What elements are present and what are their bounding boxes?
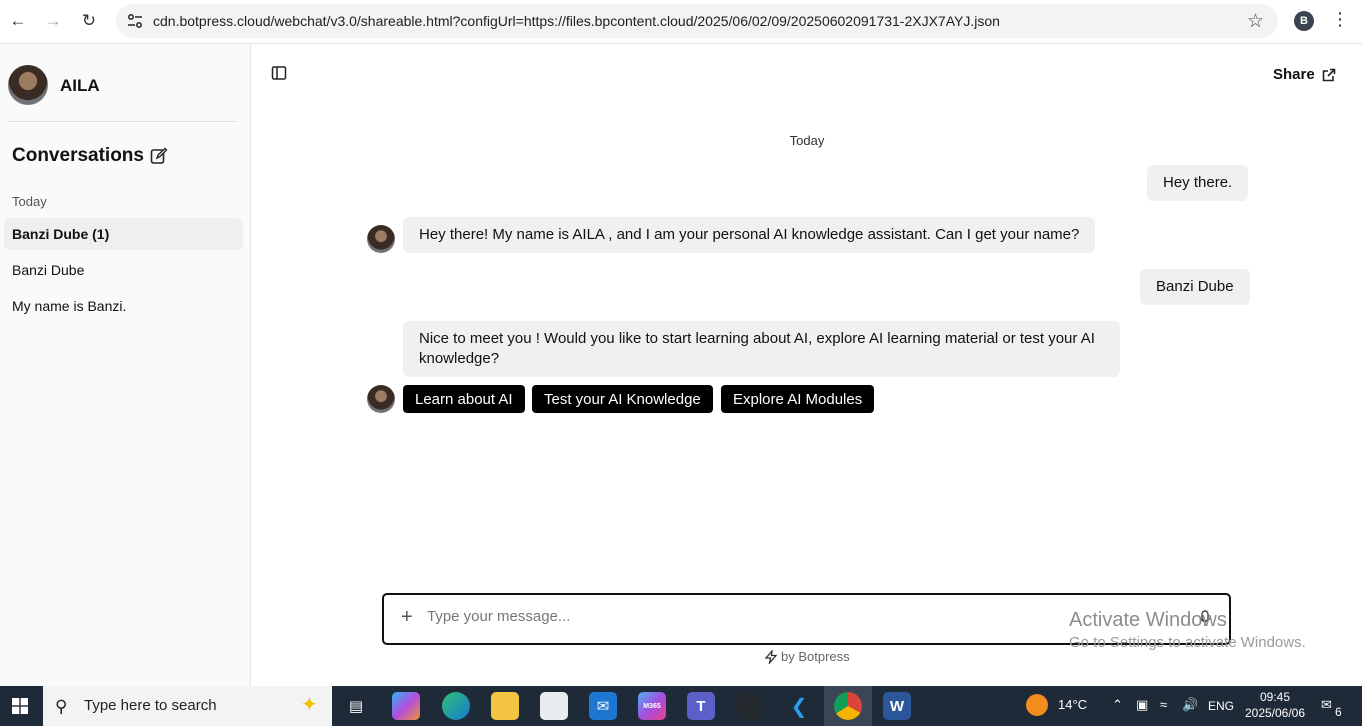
system-clock[interactable]: 09:45 2025/06/06 <box>1243 689 1307 721</box>
site-settings-icon[interactable] <box>126 12 144 30</box>
lightning-icon <box>764 649 778 664</box>
forward-icon[interactable]: → <box>40 8 66 34</box>
bot-message-avatar <box>367 385 395 413</box>
conversation-item[interactable]: Banzi Dube (1) <box>4 218 243 250</box>
task-view-icon[interactable]: ▤ <box>342 692 370 720</box>
search-icon: ⚲ <box>55 697 68 716</box>
menu-kebab-icon[interactable]: ⋮ <box>1331 9 1349 30</box>
conversation-item[interactable]: Banzi Dube <box>4 254 243 286</box>
weather-icon[interactable] <box>1026 694 1048 716</box>
conversations-heading: Conversations <box>12 145 144 166</box>
file-explorer-icon[interactable] <box>491 692 519 720</box>
meet-now-icon[interactable]: ▣ <box>1136 697 1148 713</box>
taskbar-search[interactable]: ⚲ Type here to search ✦ <box>43 686 332 726</box>
bookmark-star-icon[interactable]: ☆ <box>1247 10 1264 33</box>
mail-icon[interactable]: ✉ <box>589 692 617 720</box>
share-label: Share <box>1273 66 1315 83</box>
bot-name: AILA <box>60 76 100 95</box>
copilot-icon[interactable] <box>392 692 420 720</box>
bot-message: Hey there! My name is AILA , and I am yo… <box>403 217 1096 253</box>
sidebar-divider <box>8 121 238 122</box>
vscode-icon[interactable]: ❮ <box>785 692 813 720</box>
teams-icon[interactable]: T <box>687 692 715 720</box>
clock-time: 09:45 <box>1259 690 1291 704</box>
sidebar: AILA Conversations Today Banzi Dube (1) … <box>0 45 251 686</box>
bot-message-avatar <box>367 225 395 253</box>
m365-icon[interactable]: M365 <box>638 692 666 720</box>
browser-toolbar: ← → ↻ cdn.botpress.cloud/webchat/v3.0/sh… <box>0 0 1362 44</box>
new-conversation-icon[interactable] <box>150 147 168 165</box>
clock-date: 2025/06/06 <box>1244 706 1306 720</box>
profile-avatar[interactable]: B <box>1294 11 1314 31</box>
notification-count: 6 <box>1335 705 1342 719</box>
quick-reply-button[interactable]: Test your AI Knowledge <box>532 385 713 413</box>
external-link-icon <box>1322 68 1336 81</box>
windows-start-icon[interactable] <box>12 698 28 714</box>
wifi-icon[interactable]: ≈ <box>1160 697 1167 712</box>
tray-chevron-icon[interactable]: ⌃ <box>1112 697 1123 713</box>
url-text[interactable]: cdn.botpress.cloud/webchat/v3.0/shareabl… <box>153 13 1000 29</box>
language-indicator[interactable]: ENG <box>1208 699 1234 713</box>
toggle-sidebar-icon[interactable] <box>271 65 287 81</box>
user-message: Hey there. <box>1147 165 1249 201</box>
share-button[interactable]: Share <box>1273 66 1336 83</box>
address-bar[interactable]: cdn.botpress.cloud/webchat/v3.0/shareabl… <box>116 4 1278 38</box>
taskbar: ⚲ Type here to search ✦ ▤ ✉ M365 T ❮ W 1… <box>0 686 1362 726</box>
chat-panel: Share Today Hey there. Hey there! My nam… <box>252 45 1362 686</box>
volume-icon[interactable]: 🔊 <box>1182 697 1198 713</box>
quick-reply-button[interactable]: Learn about AI <box>403 385 525 413</box>
chrome-icon[interactable] <box>834 692 862 720</box>
powered-by[interactable]: by Botpress <box>764 649 850 664</box>
user-message: Banzi Dube <box>1140 269 1250 305</box>
word-icon[interactable]: W <box>883 692 911 720</box>
activation-watermark-title: Activate Windows <box>1069 609 1227 631</box>
activation-watermark-subtitle: Go to Settings to activate Windows. <box>1069 634 1306 651</box>
bot-message: Nice to meet you ! Would you like to sta… <box>403 321 1120 377</box>
weather-temperature[interactable]: 14°C <box>1058 697 1087 712</box>
edge-icon[interactable] <box>442 692 470 720</box>
message-input[interactable] <box>427 608 1027 625</box>
notifications-icon[interactable]: ✉ <box>1321 697 1332 713</box>
byline-text: by Botpress <box>781 649 850 664</box>
back-icon[interactable]: ← <box>5 8 31 34</box>
bot-avatar <box>8 65 48 105</box>
quick-reply-button[interactable]: Explore AI Modules <box>721 385 875 413</box>
attach-plus-icon[interactable]: + <box>401 606 413 629</box>
day-separator: Today <box>789 133 825 148</box>
reload-icon[interactable]: ↻ <box>76 8 102 34</box>
github-icon[interactable] <box>736 692 764 720</box>
sparkle-icon: ✦ <box>301 694 318 716</box>
microsoft-store-icon[interactable] <box>540 692 568 720</box>
taskbar-search-placeholder: Type here to search <box>84 697 217 714</box>
conversation-item[interactable]: My name is Banzi. <box>4 290 243 322</box>
conversation-group-label: Today <box>12 194 47 209</box>
